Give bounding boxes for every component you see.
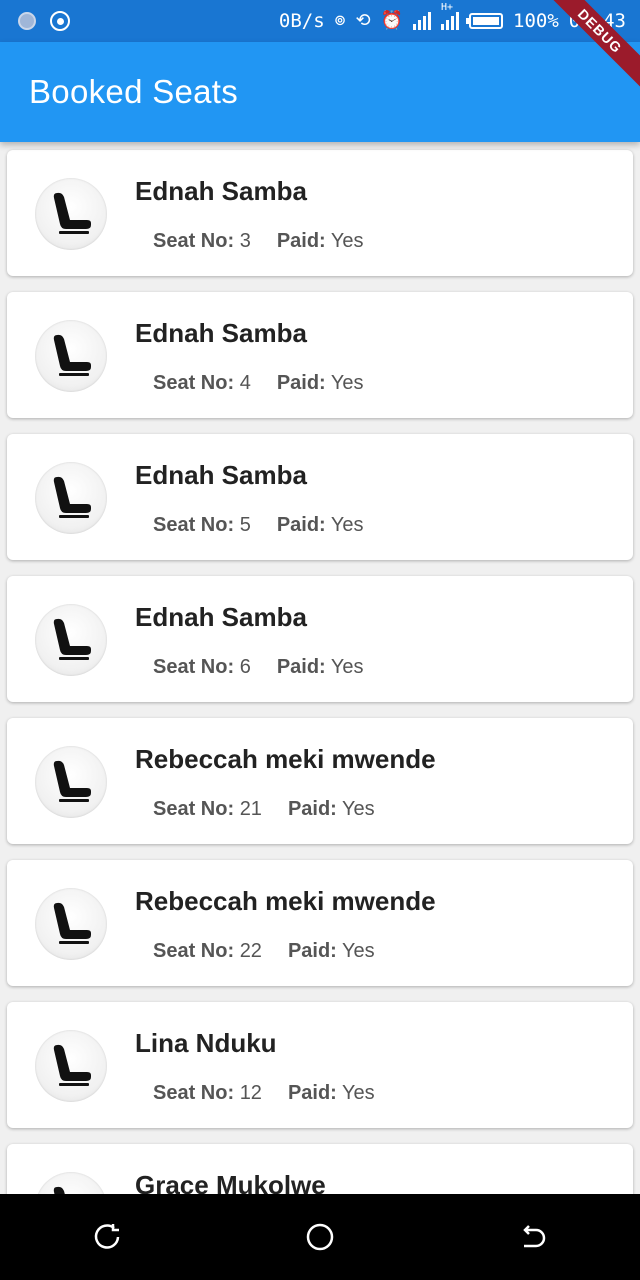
back-icon[interactable] [503,1207,563,1267]
passenger-name: Ednah Samba [135,176,307,206]
battery-icon [466,13,504,29]
paid-label: Paid: [276,514,326,536]
passenger-name: Lina Nduku [135,1028,277,1058]
car-seat-icon [53,476,91,518]
app-bar: Booked Seats [0,42,640,142]
seat-no-value: 5 [239,514,251,536]
paid-label: Paid: [276,656,326,678]
booking-details: Seat No: 21 Paid: Yes [153,798,375,821]
paid-label: Paid: [276,230,326,252]
seat-avatar [35,1030,107,1102]
seat-no-value: 3 [239,230,251,252]
network-type: H+ [441,2,454,13]
page-title: Booked Seats [29,73,239,110]
passenger-name: Rebeccah meki mwende [135,886,436,916]
car-seat-icon [53,618,91,660]
seat-avatar [35,888,107,960]
passenger-name: Ednah Samba [135,602,307,632]
seat-no-label: Seat No: [153,514,235,536]
car-seat-icon [53,760,91,802]
seat-no-value: 21 [239,798,262,820]
booking-details: Seat No: 6 Paid: Yes [153,656,364,679]
passenger-name: Ednah Samba [135,318,307,348]
booking-card[interactable]: Lina Nduku Seat No: 12 Paid: Yes [7,1002,633,1128]
signal-h-plus-icon: H+ [441,2,460,30]
rotate-icon: ⟲ [355,10,371,31]
passenger-name: Ednah Samba [135,460,307,490]
paid-value: Yes [330,230,364,252]
seat-avatar [35,604,107,676]
car-seat-icon [53,1186,65,1194]
passenger-name: Grace Mukolwe [135,1170,326,1194]
net-speed: 0B/s [278,10,325,32]
signal-icon [413,12,432,30]
booking-card[interactable]: Ednah Samba Seat No: 4 Paid: Yes [7,292,633,418]
paid-value: Yes [330,372,364,394]
car-seat-icon [53,334,91,376]
paid-value: Yes [342,940,375,962]
seat-no-label: Seat No: [153,230,235,252]
booking-details: Seat No: 5 Paid: Yes [153,514,364,537]
seat-no-label: Seat No: [153,372,235,394]
paid-value: Yes [342,798,375,820]
seat-no-value: 4 [239,372,251,394]
paid-label: Paid: [287,940,337,962]
hotspot-icon: ⊚ [334,10,346,31]
paid-value: Yes [330,656,364,678]
booking-details: Seat No: 4 Paid: Yes [153,372,364,395]
booking-card[interactable]: Ednah Samba Seat No: 6 Paid: Yes [7,576,633,702]
booking-card[interactable]: Grace Mukolwe [7,1144,633,1194]
booking-details: Seat No: 22 Paid: Yes [153,940,375,963]
booked-seats-list[interactable]: Ednah Samba Seat No: 3 Paid: Yes Ednah S… [0,142,640,1194]
booking-card[interactable]: Rebeccah meki mwende Seat No: 22 Paid: Y… [7,860,633,986]
paid-value: Yes [330,514,364,536]
home-icon[interactable] [290,1207,350,1267]
seat-avatar [35,178,107,250]
booking-card[interactable]: Ednah Samba Seat No: 3 Paid: Yes [7,150,633,276]
seat-no-value: 12 [239,1082,262,1104]
system-nav-bar [0,1194,640,1280]
paid-label: Paid: [276,372,326,394]
seat-avatar [35,1172,107,1194]
paid-label: Paid: [287,1082,337,1104]
booking-card[interactable]: Rebeccah meki mwende Seat No: 21 Paid: Y… [7,718,633,844]
seat-no-label: Seat No: [153,656,235,678]
booking-details: Seat No: 3 Paid: Yes [153,230,364,253]
seat-avatar [35,320,107,392]
seat-avatar [35,746,107,818]
seat-no-value: 22 [239,940,262,962]
recent-apps-icon[interactable] [77,1207,137,1267]
booking-details: Seat No: 12 Paid: Yes [153,1082,375,1105]
location-target-icon [50,11,70,31]
car-seat-icon [53,902,91,944]
car-seat-icon [53,192,91,234]
booking-card[interactable]: Ednah Samba Seat No: 5 Paid: Yes [7,434,633,560]
seat-no-value: 6 [239,656,251,678]
battery-level: 100% [513,10,559,32]
seat-no-label: Seat No: [153,940,235,962]
alarm-icon: ⏰ [380,10,404,31]
seat-no-label: Seat No: [153,798,235,820]
notification-dot-icon [18,12,36,30]
car-seat-icon [53,1044,91,1086]
seat-no-label: Seat No: [153,1082,235,1104]
paid-label: Paid: [287,798,337,820]
status-bar: 0B/s ⊚ ⟲ ⏰ H+ 100% 01:43 [0,0,640,42]
passenger-name: Rebeccah meki mwende [135,744,436,774]
paid-value: Yes [342,1082,375,1104]
seat-avatar [35,462,107,534]
